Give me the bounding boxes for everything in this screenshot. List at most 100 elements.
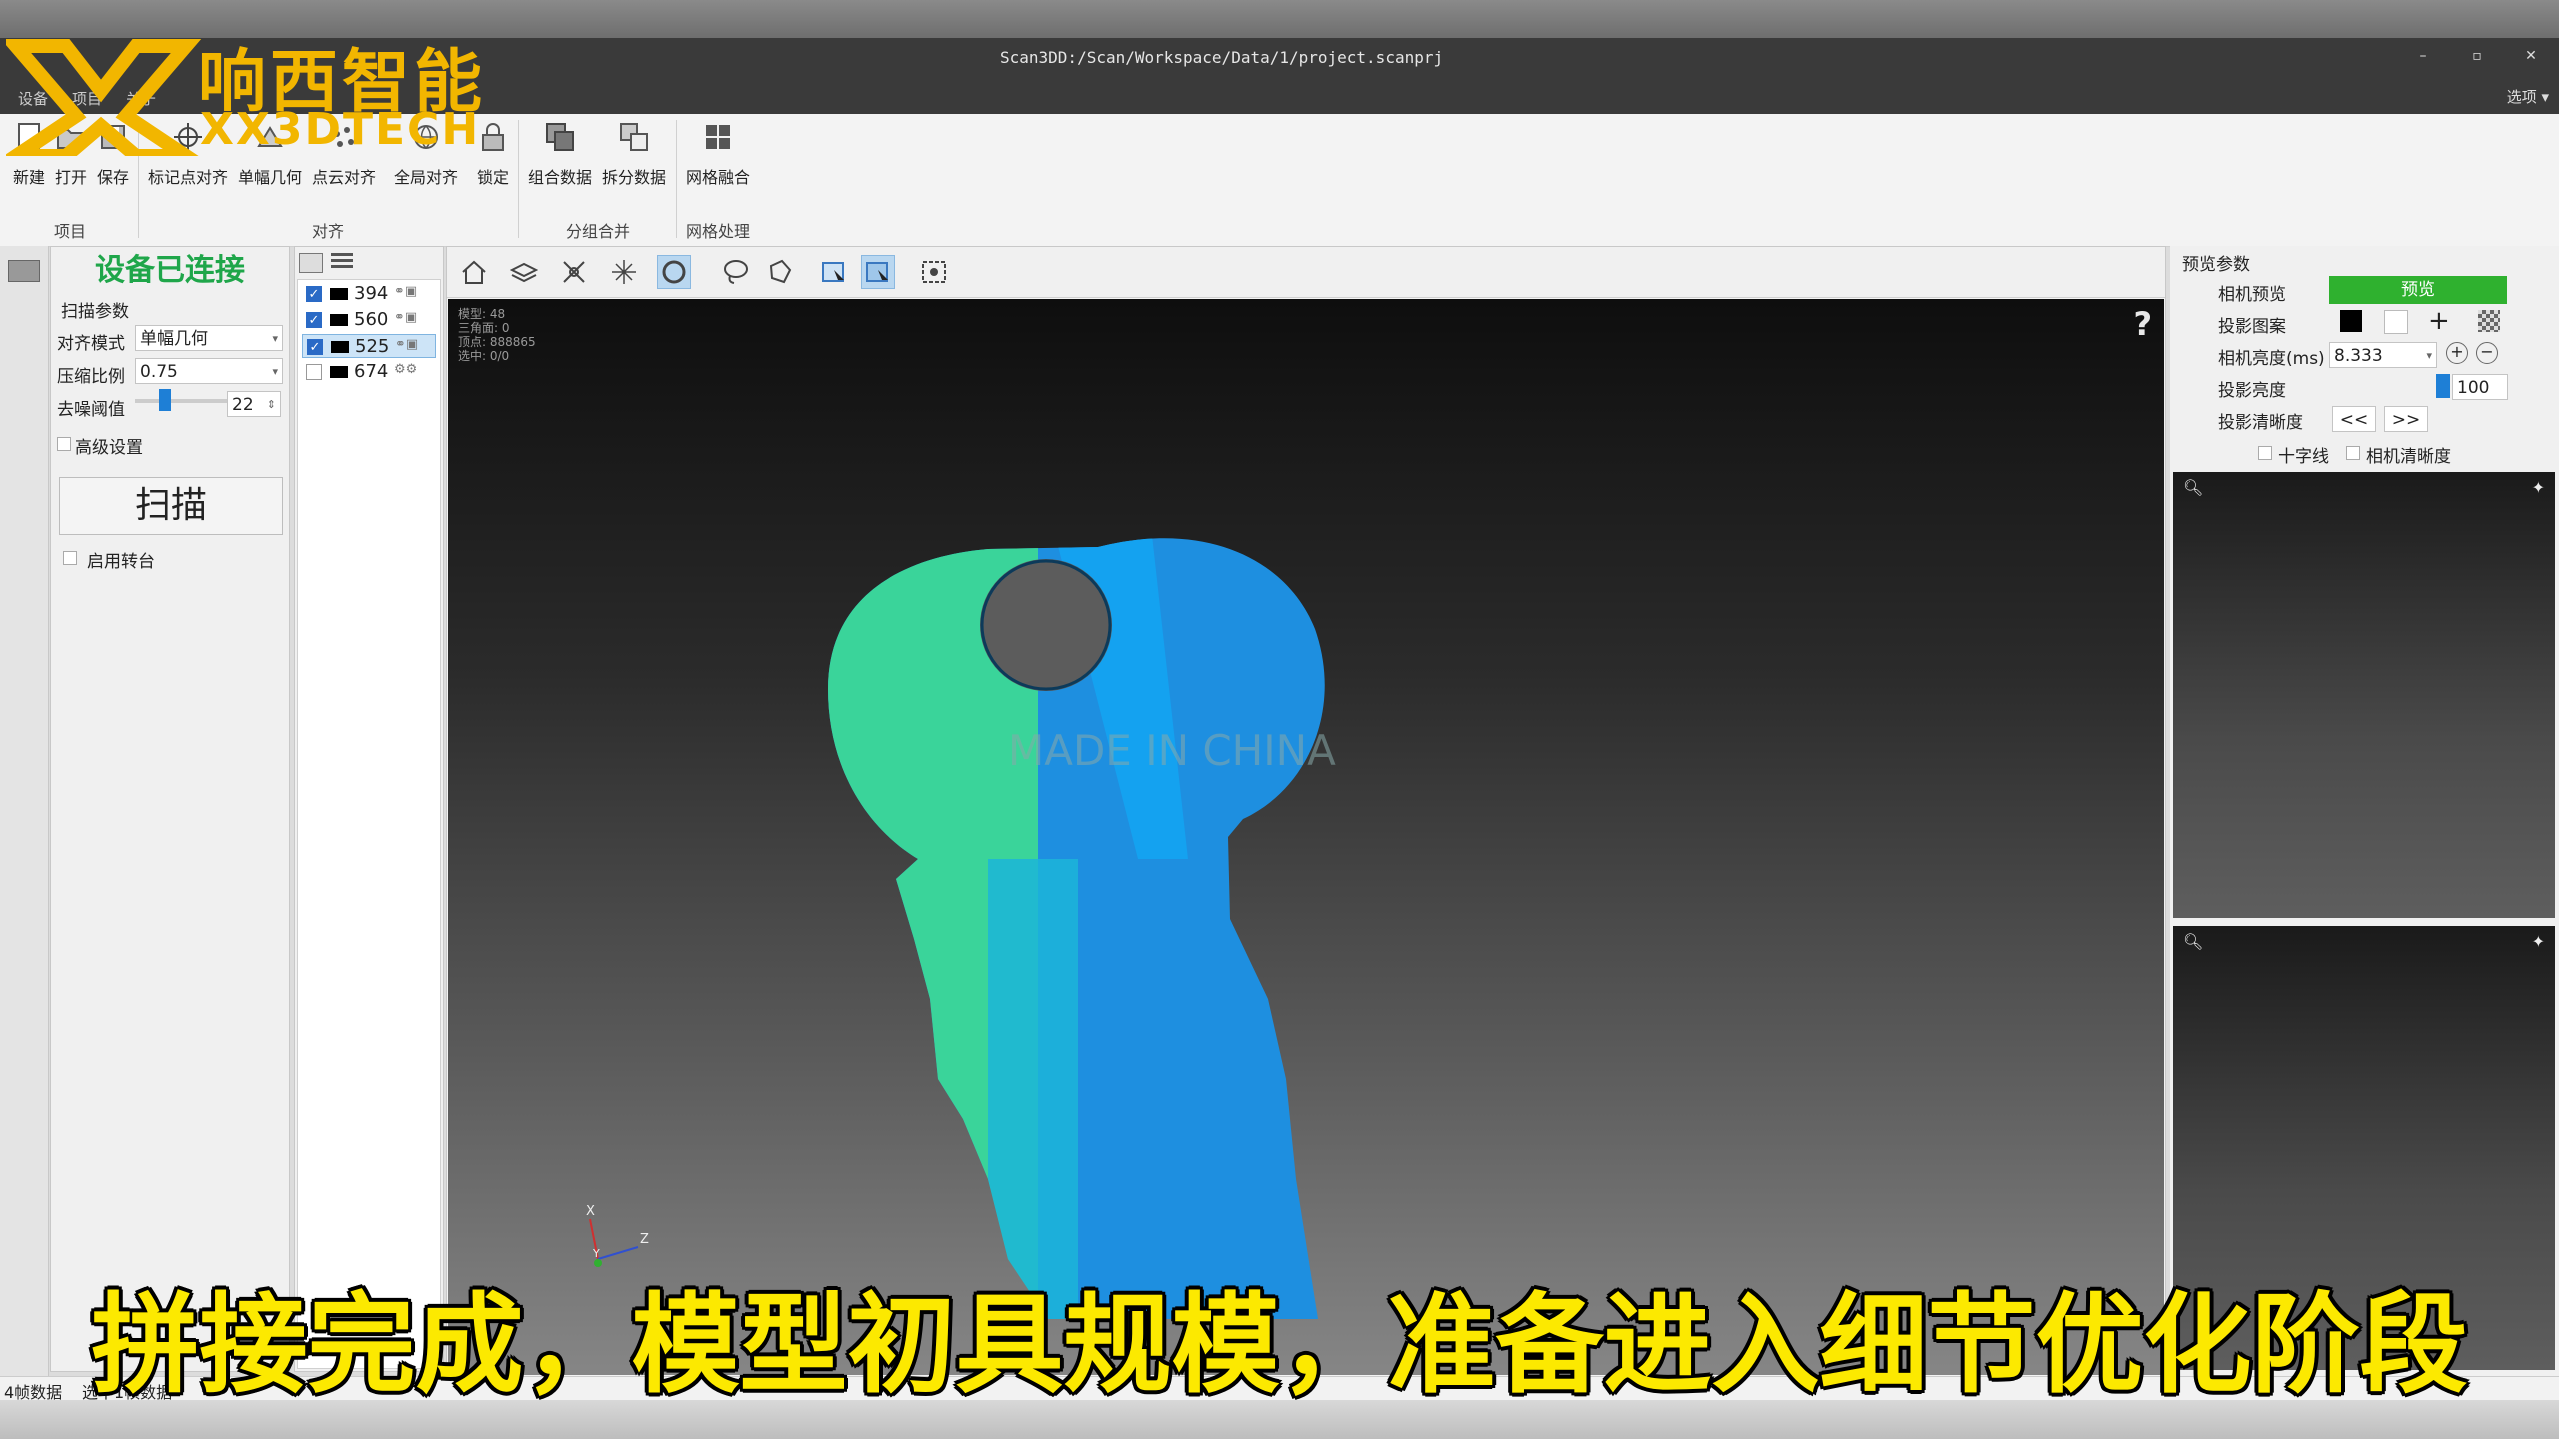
zoom-in-icon[interactable]: +	[2446, 342, 2468, 364]
lock-label: 锁定	[476, 168, 509, 187]
clarity-prev-button[interactable]: <<	[2332, 406, 2376, 432]
group-mesh-label: 网格处理	[686, 222, 751, 241]
frame-checkbox[interactable]	[306, 364, 322, 380]
frame-label: 674	[354, 361, 389, 382]
frame-checkbox[interactable]: ✓	[307, 339, 323, 355]
projection-brightness-label: 投影亮度	[2218, 381, 2286, 401]
pattern-checker-icon[interactable]	[2478, 310, 2500, 332]
scan-button[interactable]: 扫描	[59, 477, 283, 535]
camera-clarity-label: 相机清晰度	[2366, 447, 2451, 467]
clarity-next-button[interactable]: >>	[2384, 406, 2428, 432]
home-icon[interactable]	[457, 255, 491, 289]
align-mode-label: 对齐模式	[57, 334, 125, 354]
layers-icon[interactable]	[507, 255, 541, 289]
brightness-slider-handle[interactable]	[2436, 374, 2450, 398]
frame-list-panel: ✓ 394 ⚭▣ ✓ 560 ⚭▣ ✓ 525 ⚭▣ 674 ⚙⚙	[294, 246, 444, 1372]
frame-color-swatch	[330, 288, 348, 300]
deselect-icon[interactable]	[861, 255, 895, 289]
frame-color-swatch	[331, 341, 349, 353]
tools-icon[interactable]	[557, 255, 591, 289]
group-align-label: 对齐	[312, 222, 345, 241]
list-view-icon[interactable]	[331, 253, 353, 271]
pin-icon[interactable]: ✦	[2532, 932, 2545, 951]
options-menu[interactable]: 选项 ▾	[2507, 86, 2549, 107]
cloud-align-label: 点云对齐	[312, 168, 377, 187]
list-item[interactable]: ✓ 525 ⚭▣	[302, 334, 436, 358]
key-engraving: MADE IN CHINA	[1008, 726, 1336, 775]
sparkle-icon[interactable]	[607, 255, 641, 289]
ribbon-separator	[518, 120, 519, 238]
polygon-select-icon[interactable]	[763, 255, 797, 289]
pattern-black-icon[interactable]	[2340, 310, 2362, 332]
camera-exposure-value: 8.333	[2334, 346, 2383, 366]
preview-button[interactable]: 预览	[2329, 276, 2507, 304]
close-button[interactable]: ✕	[2516, 44, 2546, 68]
compression-select[interactable]: 0.75 ▾	[135, 358, 283, 384]
axis-x-label: X	[586, 1204, 595, 1219]
group-project-label: 项目	[54, 222, 87, 241]
chevron-down-icon: ▾	[2426, 349, 2432, 362]
axis-z-label: Z	[640, 1232, 649, 1247]
combine-data-button[interactable]: 组合数据	[528, 120, 592, 188]
crosshair-checkbox[interactable]	[2258, 446, 2272, 460]
frame-label: 560	[354, 309, 389, 330]
search-icon[interactable]: 🔍︎	[2183, 478, 2203, 497]
viewport-toolbar	[447, 247, 2165, 298]
lasso-icon[interactable]	[719, 255, 753, 289]
video-subtitle: 拼接完成，模型初具规模，准备进入细节优化阶段	[91, 1283, 2468, 1408]
split-icon	[617, 120, 651, 154]
denoise-label: 去噪阈值	[57, 400, 125, 420]
3d-canvas[interactable]: 模型: 48 三角面: 0 顶点: 888865 选中: 0/0 ? MADE …	[448, 299, 2164, 1375]
denoise-slider-handle[interactable]	[159, 389, 171, 411]
preview-panel: 预览参数 相机预览 预览 投影图案 + 相机亮度(ms) 8.333 ▾ + −…	[2170, 246, 2559, 1376]
frame-color-swatch	[330, 314, 348, 326]
viewport-panel: 模型: 48 三角面: 0 顶点: 888865 选中: 0/0 ? MADE …	[446, 246, 2166, 1378]
pattern-white-icon[interactable]	[2384, 310, 2408, 334]
group-merge-label: 分组合并	[566, 222, 631, 241]
single-geometry-label: 单幅几何	[238, 168, 303, 187]
new-label: 新建	[12, 168, 45, 187]
denoise-value: 22	[232, 395, 254, 415]
device-icon[interactable]	[8, 260, 40, 282]
chevron-down-icon: ▾	[272, 365, 278, 378]
select-points-icon[interactable]	[817, 255, 851, 289]
scanned-key-model: MADE IN CHINA	[828, 538, 1336, 1319]
advanced-checkbox[interactable]	[57, 437, 71, 451]
brand-name-en: XX3DTECH	[200, 104, 481, 155]
image-view-icon[interactable]	[299, 253, 323, 273]
frame-status-icon: ⚭▣	[394, 284, 418, 299]
frame-checkbox[interactable]: ✓	[306, 312, 322, 328]
frame-checkbox[interactable]: ✓	[306, 286, 322, 302]
circle-select-icon[interactable]	[657, 255, 691, 289]
scan-params-title: 扫描参数	[61, 302, 129, 322]
pin-icon[interactable]: ✦	[2532, 478, 2545, 497]
camera-exposure-select[interactable]: 8.333 ▾	[2329, 342, 2437, 368]
maximize-button[interactable]: ▫	[2462, 44, 2492, 68]
minimize-button[interactable]: –	[2408, 44, 2438, 68]
list-item[interactable]: ✓ 560 ⚭▣	[302, 308, 436, 332]
turntable-checkbox[interactable]	[63, 551, 77, 565]
zoom-out-icon[interactable]: −	[2476, 342, 2498, 364]
fit-view-icon[interactable]	[917, 255, 951, 289]
split-data-button[interactable]: 拆分数据	[602, 120, 666, 188]
search-icon[interactable]: 🔍︎	[2183, 932, 2203, 951]
marker-align-label: 标记点对齐	[148, 168, 229, 187]
mesh-fusion-button[interactable]: 网格融合	[686, 120, 750, 188]
open-label: 打开	[54, 168, 87, 187]
align-mode-select[interactable]: 单幅几何 ▾	[135, 325, 283, 351]
frame-label: 525	[355, 336, 390, 357]
crosshair-label: 十字线	[2278, 447, 2329, 467]
frame-status-icon: ⚭▣	[394, 310, 418, 325]
frame-list: ✓ 394 ⚭▣ ✓ 560 ⚭▣ ✓ 525 ⚭▣ 674 ⚙⚙	[297, 279, 441, 1369]
projection-clarity-label: 投影清晰度	[2218, 413, 2303, 433]
projection-brightness-input[interactable]: 100	[2452, 374, 2508, 400]
denoise-stepper[interactable]: 22 ⇕	[227, 391, 281, 417]
list-item[interactable]: 674 ⚙⚙	[302, 360, 436, 384]
compression-label: 压缩比例	[57, 367, 125, 387]
camera-clarity-checkbox[interactable]	[2346, 446, 2360, 460]
preview-params-title: 预览参数	[2182, 255, 2250, 275]
window-title: Scan3DD:/Scan/Workspace/Data/1/project.s…	[1000, 48, 1444, 67]
camera-preview-label: 相机预览	[2218, 285, 2286, 305]
pattern-cross-icon[interactable]: +	[2428, 306, 2450, 336]
list-item[interactable]: ✓ 394 ⚭▣	[302, 282, 436, 306]
